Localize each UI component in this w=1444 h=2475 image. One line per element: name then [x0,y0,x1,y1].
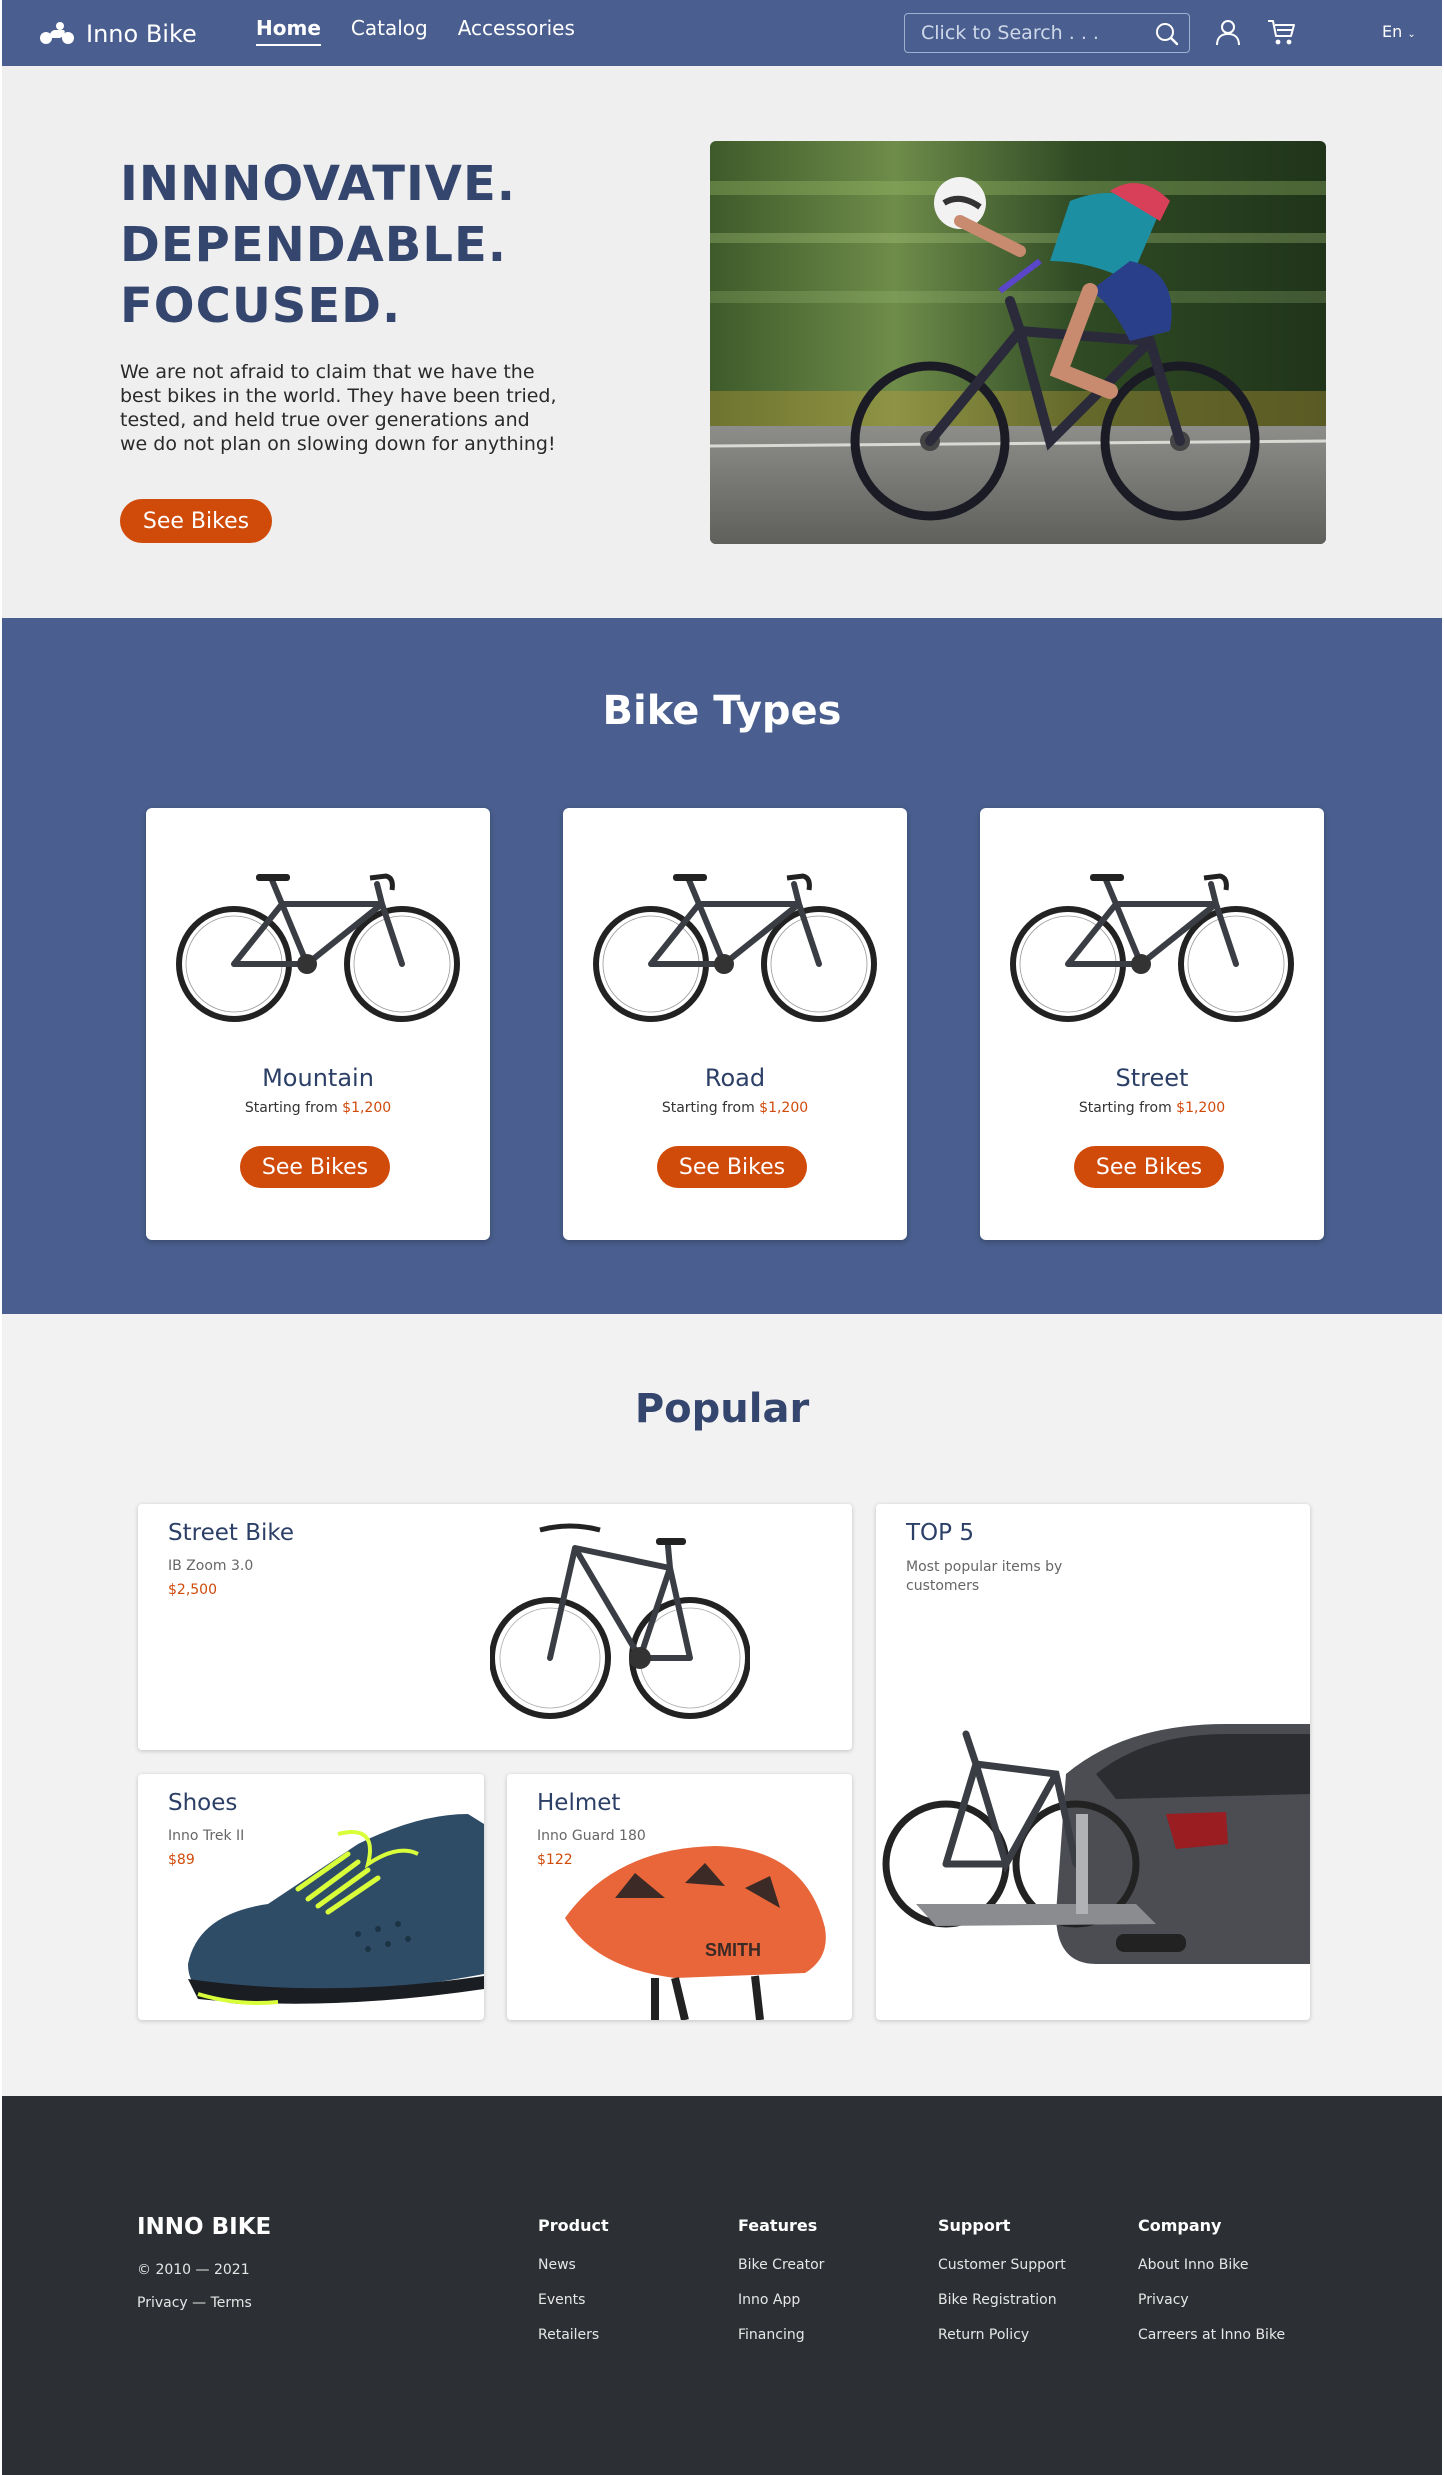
footer-legal-links[interactable]: Privacy — Terms [137,2295,252,2311]
popular-card-top5[interactable]: TOP 5 Most popular items by customers [876,1504,1310,2020]
popular-card-street-bike[interactable]: Street Bike IB Zoom 3.0 $2,500 [138,1504,852,1750]
nav-link-catalog[interactable]: Catalog [351,16,428,46]
chevron-down-icon: ⌄ [1407,29,1416,40]
footer-link[interactable]: Customer Support [938,2257,1066,2273]
brand-logo[interactable]: Inno Bike [40,18,197,50]
street-bike-image [490,1523,750,1719]
price-amount: $1,200 [1176,1100,1226,1116]
bike-type-price: Starting from $1,200 [563,1100,907,1116]
footer-link[interactable]: About Inno Bike [1138,2257,1285,2273]
brand-name: Inno Bike [86,20,197,48]
footer-column-company: Company About Inno Bike Privacy Carreers… [1138,2216,1285,2362]
search-input[interactable] [905,22,1145,44]
helmet-image: SMITH [565,1846,826,2020]
hero-title-line: INNNOVATIVE. [120,156,516,212]
footer-column-title: Support [938,2216,1011,2235]
hero-cyclist-image [710,141,1326,544]
bike-type-price: Starting from $1,200 [980,1100,1324,1116]
footer-link[interactable]: Privacy [1138,2292,1285,2308]
popular-card-helmet[interactable]: Helmet Inno Guard 180 $122 SMITH [507,1774,852,2020]
see-bikes-button[interactable]: See Bikes [657,1146,807,1188]
footer-link[interactable]: Inno App [738,2292,824,2308]
product-model: IB Zoom 3.0 [168,1558,254,1574]
nav-link-home[interactable]: Home [256,16,321,46]
price-amount: $1,200 [759,1100,809,1116]
footer-link[interactable]: Financing [738,2327,824,2343]
nav-link-accessories[interactable]: Accessories [458,16,575,46]
bike-type-name: Road [704,1064,766,1092]
footer-link[interactable]: Return Policy [938,2327,1066,2343]
popular-card-shoes[interactable]: Shoes Inno Trek II $89 [138,1774,484,2020]
price-prefix: Starting from [244,1100,338,1116]
helmet-brand-mark: SMITH [705,1940,761,1960]
cyclist-logo-icon [40,22,76,46]
shoe-image [188,1814,484,2005]
footer-column-support: Support Customer Support Bike Registrati… [938,2216,1066,2362]
bike-type-name: Street [1115,1064,1189,1092]
see-bikes-button[interactable]: See Bikes [1074,1146,1224,1188]
footer-copyright: © 2010 — 2021 [137,2262,250,2278]
top-navbar: Inno Bike Home Catalog Accessories En ⌄ [2,0,1442,66]
footer-column-product: Product News Events Retailers [538,2216,609,2362]
top5-description: Most popular items by customers [906,1559,1063,1594]
bike-types-section: Bike Types Mountain Starting from $1,200… [2,618,1442,1314]
footer-column-title: Product [538,2216,609,2235]
footer-link[interactable]: News [538,2257,609,2273]
bike-type-name: Mountain [262,1064,374,1092]
footer-link[interactable]: Carreers at Inno Bike [1138,2327,1285,2343]
shopping-cart-icon[interactable] [1266,18,1296,46]
footer-brand: INNO BIKE [137,2214,272,2240]
main-nav: Home Catalog Accessories [256,16,575,46]
see-bikes-button[interactable]: See Bikes [120,499,272,543]
hero-description: We are not afraid to claim that we have … [120,361,557,455]
bike-type-card-street[interactable]: Street Starting from $1,200 See Bikes [980,808,1324,1240]
hero-title-line: DEPENDABLE. [120,217,507,273]
footer-column-title: Company [1138,2216,1222,2235]
bike-type-card-road[interactable]: Road Starting from $1,200 See Bikes [563,808,907,1240]
search-icon[interactable] [1155,22,1179,46]
hero-title-line: FOCUSED. [120,278,402,334]
price-prefix: Starting from [661,1100,755,1116]
search-box [904,13,1190,53]
user-account-icon[interactable] [1214,18,1242,46]
see-bikes-button[interactable]: See Bikes [240,1146,390,1188]
product-price: $2,500 [168,1582,217,1598]
footer-link[interactable]: Events [538,2292,609,2308]
footer-column-features: Features Bike Creator Inno App Financing [738,2216,824,2362]
site-footer: INNO BIKE © 2010 — 2021 Privacy — Terms … [2,2096,1442,2475]
price-prefix: Starting from [1078,1100,1172,1116]
bike-rack-car-image [882,1724,1310,1964]
popular-title: Popular [634,1386,810,1432]
hero-section: INNNOVATIVE. DEPENDABLE. FOCUSED. We are… [2,66,1442,618]
language-selector[interactable]: En ⌄ [1382,22,1416,41]
language-label: En [1382,22,1403,41]
bike-types-title: Bike Types [602,688,842,734]
top5-title: TOP 5 [906,1520,974,1546]
price-amount: $1,200 [342,1100,392,1116]
footer-link[interactable]: Bike Creator [738,2257,824,2273]
footer-column-title: Features [738,2216,818,2235]
bike-type-card-mountain[interactable]: Mountain Starting from $1,200 See Bikes [146,808,490,1240]
bike-type-price: Starting from $1,200 [146,1100,490,1116]
footer-link[interactable]: Retailers [538,2327,609,2343]
bike-image [1010,873,1294,1022]
footer-link[interactable]: Bike Registration [938,2292,1066,2308]
product-name: Helmet [537,1790,621,1816]
product-name: Street Bike [168,1520,295,1546]
hero-title: INNNOVATIVE. DEPENDABLE. FOCUSED. [120,154,640,337]
bike-image [593,873,877,1022]
popular-section: Popular Street Bike IB Zoom 3.0 $2,500 S… [2,1314,1442,2096]
bike-image [176,873,460,1022]
